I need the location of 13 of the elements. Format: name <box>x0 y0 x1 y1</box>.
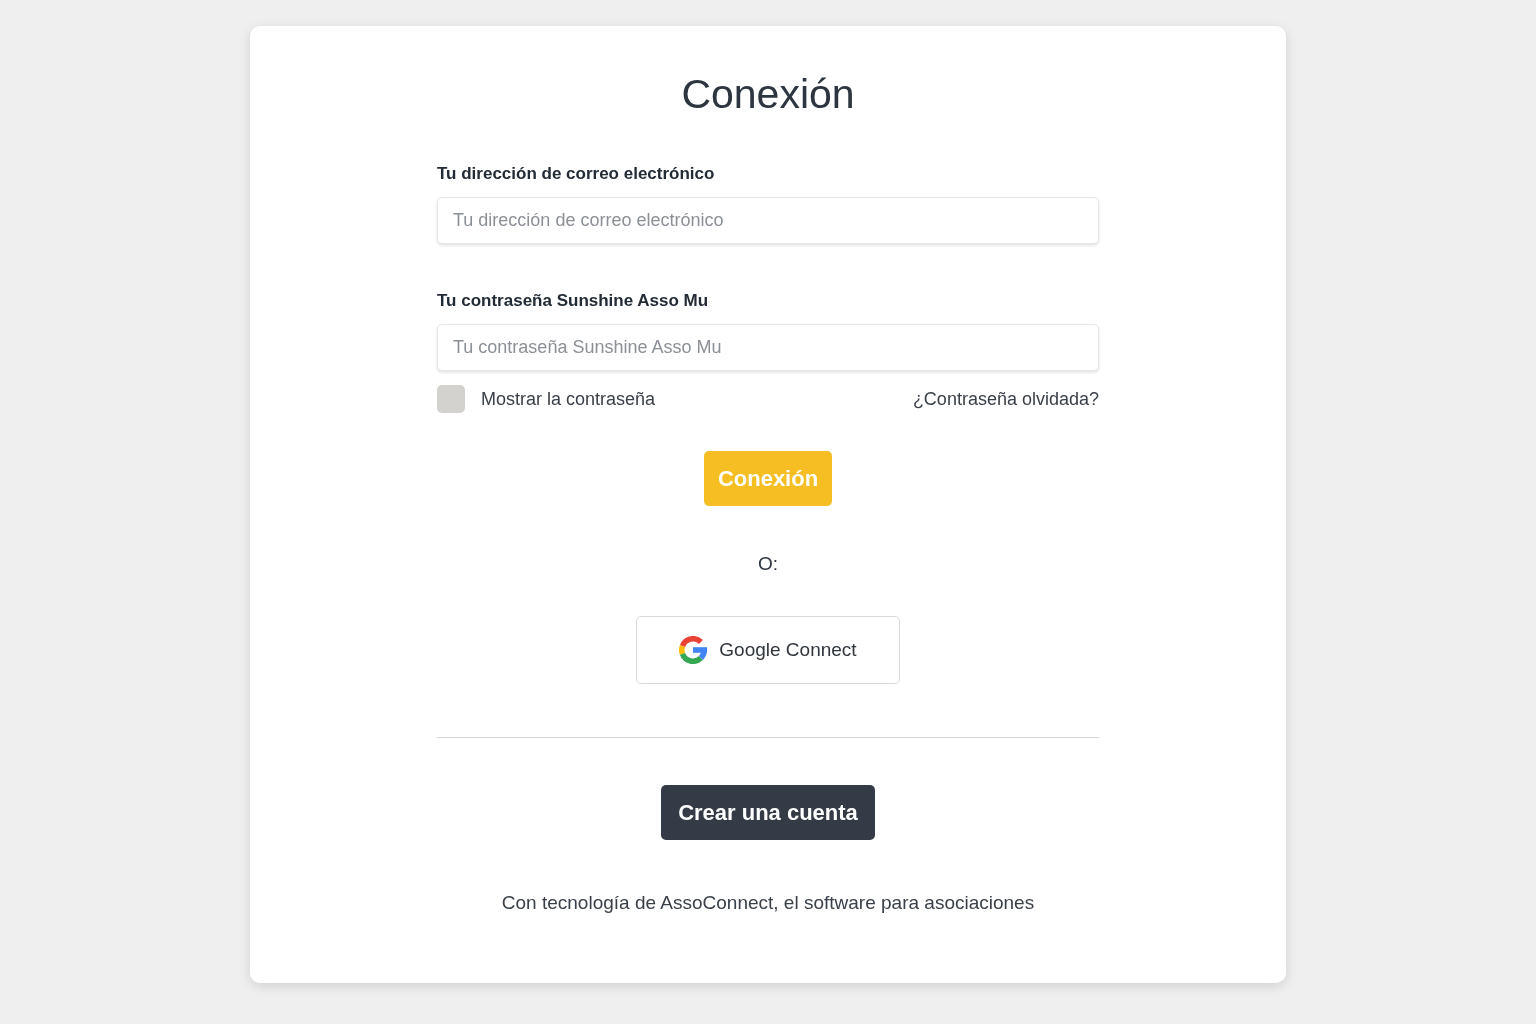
google-g-icon <box>679 636 708 664</box>
forgot-password-link[interactable]: ¿Contraseña olvidada? <box>912 388 1099 410</box>
create-account-button[interactable]: Crear una cuenta <box>661 785 875 840</box>
google-button[interactable]: Google Connect <box>636 616 900 684</box>
page-title: Conexión <box>681 70 855 119</box>
email-field[interactable]: Tu dirección de correo electrónico <box>437 197 1099 244</box>
separator-text: O: <box>757 552 779 576</box>
field-label: Tu contraseña Sunshine Asso Mu <box>437 290 709 312</box>
checkbox-label[interactable]: Mostrar la contraseña <box>481 388 656 410</box>
password-field[interactable]: Tu contraseña Sunshine Asso Mu <box>437 324 1099 371</box>
checkbox[interactable] <box>437 385 465 413</box>
field-label: Tu dirección de correo electrónico <box>437 163 715 185</box>
footer-text: Con tecnología de AssoConnect, el software para asociaciones <box>501 891 1035 915</box>
